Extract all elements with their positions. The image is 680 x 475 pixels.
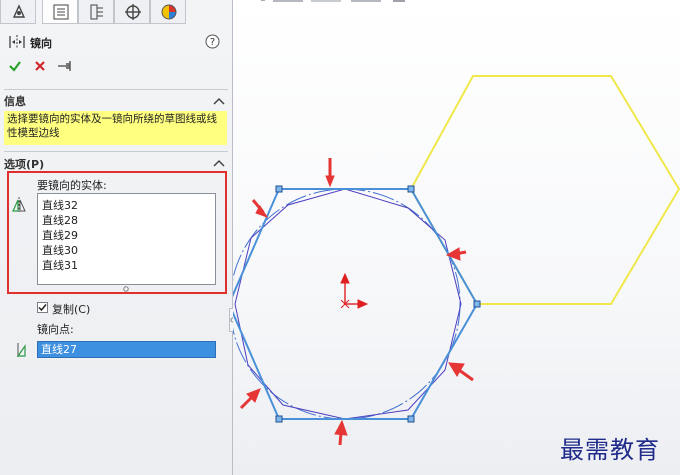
arrow-marker [458,368,474,382]
mirror-feature-icon [9,35,25,49]
copy-label[interactable]: 复制(C) [52,301,90,317]
close-icon[interactable] [34,60,46,72]
check-icon[interactable] [8,59,22,73]
tab-property-manager[interactable] [42,0,78,24]
display-manager-icon [161,4,177,20]
sketch-canvas[interactable] [233,0,680,475]
divider [4,151,228,152]
dimxpert-icon [125,4,141,20]
arrow-marker [334,419,348,436]
pushpin-icon[interactable] [57,60,73,72]
property-manager-panel: 镜向 ? 信息 选择要镜向的实体及一镜向所绕的草图线或线性模型边线 选项(P) … [0,0,233,475]
feature-title: 镜向 [30,37,52,50]
highlight-frame [7,171,227,294]
arrow-marker [448,362,465,377]
tab-dimxpert[interactable] [114,0,150,24]
divider [4,89,228,90]
configuration-manager-icon [90,4,103,20]
feature-manager-icon [12,4,26,18]
info-message: 选择要镜向的实体及一镜向所绕的草图线或线性模型边线 [4,111,227,145]
options-section-header[interactable]: 选项(P) [4,156,44,172]
arrow-marker [445,247,461,261]
mirror-point-field[interactable]: 直线27 [37,341,216,358]
tab-configuration-manager[interactable] [78,0,114,24]
tab-feature-manager[interactable] [0,0,36,24]
help-icon[interactable]: ? [205,34,220,49]
collapse-up-icon[interactable] [213,96,225,106]
mirror-point-icon [16,343,26,357]
checkmark-icon [38,304,47,312]
watermark-text: 最需教育 [560,436,660,464]
copy-checkbox[interactable] [37,302,48,313]
collapse-up-icon[interactable] [213,158,225,168]
annotation-arrows [239,158,474,446]
tab-display-manager[interactable] [150,0,186,24]
origin-icon [340,272,369,309]
manager-tab-bar [0,0,232,24]
vertex-points[interactable] [275,185,481,423]
reference-hexagon[interactable] [409,75,680,305]
heads-up-toolbar [261,0,405,2]
info-section-header[interactable]: 信息 [4,93,26,109]
mirror-point-label: 镜向点: [37,323,74,336]
property-manager-icon [53,4,69,20]
graphics-area[interactable] [233,0,680,475]
svg-text:?: ? [210,37,215,48]
